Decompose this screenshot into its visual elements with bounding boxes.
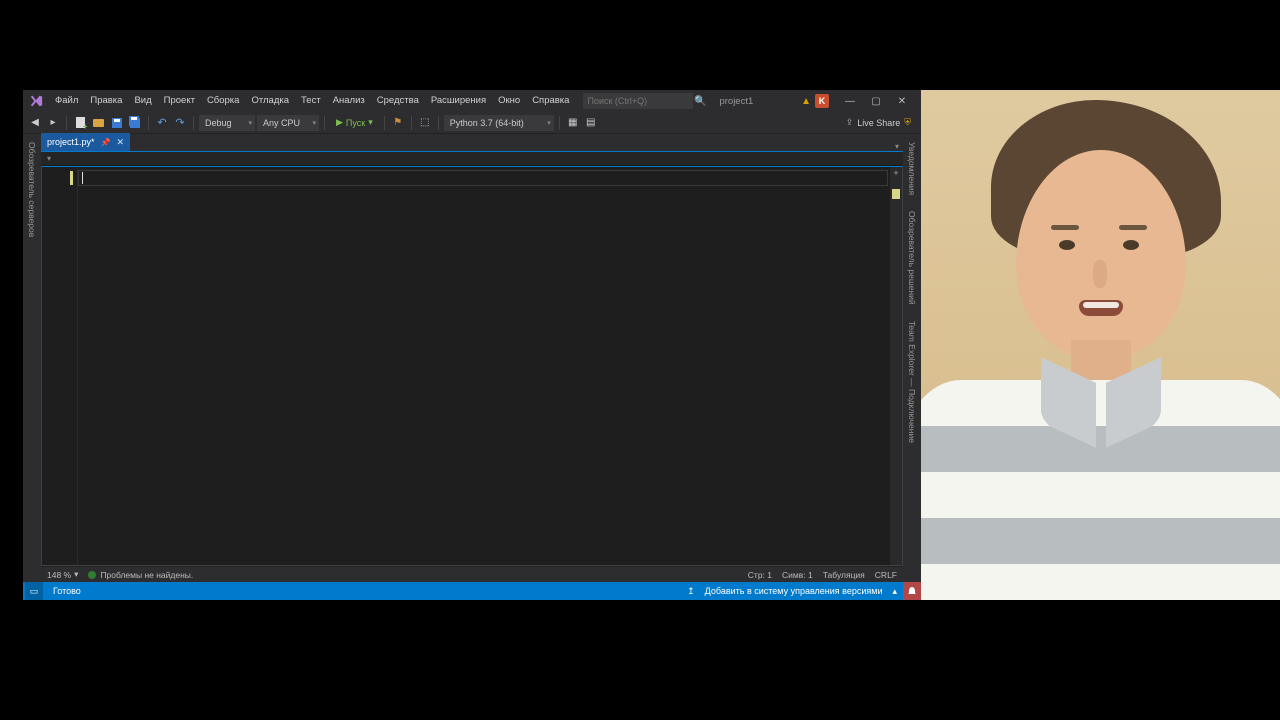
editor-gutter — [42, 167, 78, 565]
main-toolbar: ◀ ▸ ↶ ↷ Debug Any CPU ▶ Пуск ▾ ⚑ ⬚ Pytho… — [23, 112, 921, 134]
menu-file[interactable]: Файл — [49, 90, 84, 112]
file-tab-project1[interactable]: project1.py* 📌 ✕ — [41, 133, 130, 151]
text-caret — [82, 172, 83, 184]
document-tab-strip: project1.py* 📌 ✕ ▾ — [41, 134, 903, 152]
live-share-label[interactable]: Live Share — [857, 118, 900, 128]
step-button[interactable]: ⬚ — [417, 114, 433, 132]
menu-debug[interactable]: Отладка — [245, 90, 295, 112]
close-button[interactable]: ✕ — [889, 90, 915, 112]
menu-extensions[interactable]: Расширения — [425, 90, 492, 112]
vertical-scrollbar[interactable]: + — [890, 167, 902, 565]
server-explorer-tab[interactable]: Обозреватель серверов — [27, 138, 37, 241]
open-button[interactable] — [90, 114, 107, 132]
modified-line-marker — [70, 171, 73, 185]
grid-button-1[interactable]: ▦ — [565, 114, 581, 132]
right-side-tabs: Уведомления Обозреватель решений Team Ex… — [903, 134, 921, 582]
grid-button-2[interactable]: ▤ — [583, 114, 599, 132]
line-ending-mode[interactable]: CRLF — [875, 570, 897, 580]
status-ready: Готово — [49, 586, 85, 596]
python-env-combo[interactable]: Python 3.7 (64-bit) — [444, 115, 554, 131]
add-source-control[interactable]: Добавить в систему управления версиями — [701, 586, 887, 596]
zoom-level[interactable]: 148 % ▾ — [47, 569, 78, 580]
menu-window[interactable]: Окно — [492, 90, 526, 112]
caret-line-indicator[interactable]: Стр: 1 — [748, 570, 772, 580]
title-bar: Файл Правка Вид Проект Сборка Отладка Те… — [23, 90, 921, 112]
menu-build[interactable]: Сборка — [201, 90, 246, 112]
maximize-button[interactable]: ▢ — [863, 90, 889, 112]
user-avatar[interactable]: K — [815, 94, 829, 108]
live-share-icon[interactable]: ⇪ — [846, 117, 854, 128]
warning-icon[interactable]: ▲ — [801, 96, 811, 107]
admin-shield-icon[interactable]: ⛨ — [904, 117, 911, 128]
close-tab-icon[interactable]: ✕ — [117, 137, 125, 148]
config-combo[interactable]: Debug — [199, 115, 255, 131]
pin-icon[interactable]: 📌 — [101, 138, 111, 147]
quick-search-input[interactable] — [583, 93, 693, 109]
team-explorer-tab[interactable]: Team Explorer — Подключение — [907, 317, 917, 447]
nav-fwd-button[interactable]: ▸ — [45, 114, 61, 132]
ok-icon — [88, 571, 96, 579]
notifications-tab[interactable]: Уведомления — [907, 138, 917, 199]
menu-project[interactable]: Проект — [158, 90, 201, 112]
menu-edit[interactable]: Правка — [84, 90, 128, 112]
search-icon[interactable]: 🔍 — [693, 96, 707, 107]
solution-explorer-tab[interactable]: Обозреватель решений — [907, 207, 917, 309]
save-all-button[interactable] — [127, 114, 143, 132]
code-editor[interactable]: + — [41, 166, 903, 566]
redo-button[interactable]: ↷ — [172, 114, 188, 132]
split-window-icon[interactable]: + — [891, 168, 901, 178]
left-side-tabs: Обозреватель серверов — [23, 134, 41, 582]
current-line-highlight — [78, 170, 888, 186]
vs-logo-icon — [29, 94, 43, 108]
menu-view[interactable]: Вид — [128, 90, 157, 112]
visual-studio-window: Файл Правка Вид Проект Сборка Отладка Те… — [23, 90, 921, 600]
platform-combo[interactable]: Any CPU — [257, 115, 319, 131]
start-debug-button[interactable]: ▶ Пуск ▾ — [330, 117, 379, 128]
scroll-marker — [892, 189, 900, 199]
attach-button[interactable]: ⚑ — [390, 114, 406, 132]
caret-col-indicator[interactable]: Симв: 1 — [782, 570, 813, 580]
tab-overflow-icon[interactable]: ▾ — [895, 142, 903, 151]
menu-analyze[interactable]: Анализ — [327, 90, 371, 112]
nav-dropdown-bar[interactable]: ▾ — [41, 152, 903, 166]
minimize-button[interactable]: — — [837, 90, 863, 112]
status-bar: ▭ Готово ↥ Добавить в систему управления… — [23, 582, 921, 600]
menu-test[interactable]: Тест — [295, 90, 327, 112]
file-tab-label: project1.py* — [47, 137, 95, 147]
notifications-badge[interactable] — [903, 582, 921, 600]
menu-help[interactable]: Справка — [526, 90, 575, 112]
solution-title: project1 — [707, 96, 801, 107]
editor-status-strip: 148 % ▾ Проблемы не найдены. Стр: 1 Симв… — [41, 566, 903, 582]
chevron-up-icon[interactable]: ▴ — [892, 586, 897, 597]
undo-button[interactable]: ↶ — [154, 114, 170, 132]
publish-icon[interactable]: ↥ — [687, 586, 695, 597]
new-file-button[interactable] — [72, 114, 88, 132]
indent-mode[interactable]: Табуляция — [823, 570, 865, 580]
start-debug-label: Пуск — [346, 118, 365, 128]
webcam-overlay — [921, 90, 1280, 600]
issues-indicator[interactable]: Проблемы не найдены. — [88, 570, 193, 580]
save-button[interactable] — [109, 114, 125, 132]
presenter-figure — [921, 90, 1280, 600]
nav-back-button[interactable]: ◀ — [27, 114, 43, 132]
feedback-icon[interactable]: ▭ — [25, 582, 43, 600]
menu-tools[interactable]: Средства — [371, 90, 425, 112]
